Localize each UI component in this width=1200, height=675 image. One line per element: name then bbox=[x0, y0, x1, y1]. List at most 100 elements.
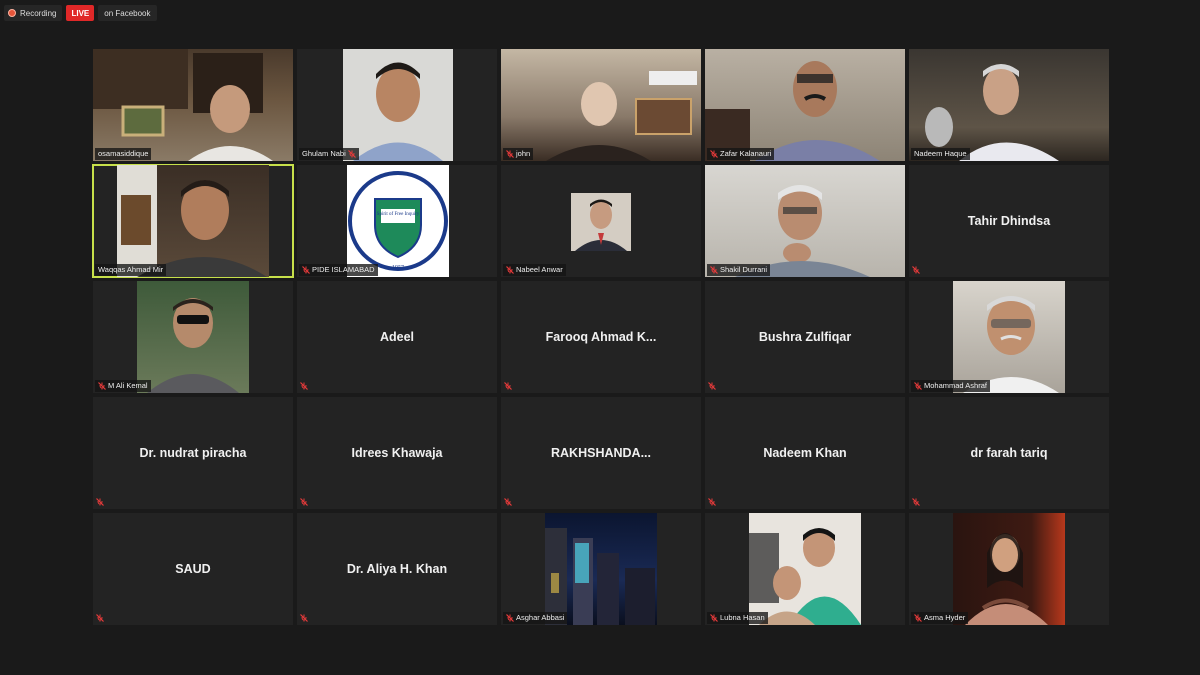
participant-tile[interactable]: Nabeel Anwar bbox=[501, 165, 701, 277]
participant-name-label: PIDE ISLAMABAD bbox=[299, 264, 378, 276]
participant-tile[interactable]: Asma Hyder bbox=[909, 513, 1109, 625]
video-frame-zafar bbox=[705, 61, 880, 161]
profile-picture-lubna-hasan bbox=[749, 528, 861, 625]
gallery-view: osamasiddique Ghulam Nabi john Zafar Kal… bbox=[92, 49, 1109, 625]
muted-microphone-icon bbox=[98, 382, 106, 390]
participant-name-label: M Ali Kemal bbox=[95, 380, 151, 392]
participant-photo bbox=[137, 281, 249, 393]
participant-tile[interactable]: M Ali Kemal bbox=[93, 281, 293, 393]
participant-name-label: Asghar Abbasi bbox=[503, 612, 568, 624]
participant-photo bbox=[545, 513, 657, 625]
participant-tile[interactable]: Dr. Aliya H. Khan bbox=[297, 513, 497, 625]
participant-tile[interactable]: Dr. nudrat piracha bbox=[93, 397, 293, 509]
participant-tile[interactable]: osamasiddique bbox=[93, 49, 293, 161]
profile-picture-asghar-abbasi bbox=[545, 528, 655, 625]
participant-video bbox=[705, 49, 905, 161]
muted-microphone-icon bbox=[708, 498, 716, 506]
participant-tile[interactable]: Adeel bbox=[297, 281, 497, 393]
muted-microphone-icon bbox=[96, 498, 104, 506]
muted-microphone-icon bbox=[347, 150, 356, 158]
muted-microphone-icon bbox=[300, 382, 308, 390]
participant-tile[interactable]: dr farah tariq bbox=[909, 397, 1109, 509]
profile-picture-ali-kemal bbox=[147, 298, 239, 393]
muted-microphone-icon bbox=[300, 614, 308, 622]
participant-tile[interactable]: Tahir Dhindsa bbox=[909, 165, 1109, 277]
recording-label: Recording bbox=[20, 8, 57, 18]
muted-microphone-icon bbox=[710, 614, 718, 622]
participant-tile[interactable]: Nadeem Haque bbox=[909, 49, 1109, 161]
muted-microphone-icon bbox=[300, 498, 308, 506]
participant-name-label: john bbox=[503, 148, 534, 160]
participant-photo bbox=[749, 513, 861, 625]
participant-name: Bushra Zulfiqar bbox=[758, 330, 852, 344]
participant-name: RAKHSHANDA... bbox=[551, 446, 651, 460]
svg-text:1957: 1957 bbox=[392, 265, 404, 271]
profile-picture-asma-hyder bbox=[965, 533, 1048, 625]
participant-name: Dr. Aliya H. Khan bbox=[346, 562, 448, 576]
svg-text:Spirit of Free Inquiry: Spirit of Free Inquiry bbox=[377, 212, 420, 217]
participant-video bbox=[705, 165, 905, 277]
muted-microphone-icon bbox=[912, 498, 920, 506]
participant-name: Nadeem Khan bbox=[763, 446, 847, 460]
participant-name-label: osamasiddique bbox=[95, 148, 152, 160]
muted-microphone-icon bbox=[302, 266, 310, 274]
profile-picture-nabeel bbox=[575, 199, 627, 251]
participant-tile-active-speaker[interactable]: Waqqas Ahmad Mir bbox=[92, 164, 294, 278]
participant-tile[interactable]: Zafar Kalanauri bbox=[705, 49, 905, 161]
muted-microphone-icon bbox=[506, 150, 514, 158]
participant-video bbox=[343, 49, 453, 161]
video-frame-osama bbox=[93, 49, 273, 161]
participant-photo bbox=[571, 193, 631, 251]
muted-microphone-icon bbox=[506, 614, 514, 622]
participant-name: Farooq Ahmad K... bbox=[545, 330, 657, 344]
muted-microphone-icon bbox=[914, 614, 922, 622]
participant-tile[interactable]: Idrees Khawaja bbox=[297, 397, 497, 509]
muted-microphone-icon bbox=[914, 382, 922, 390]
video-frame-ghulam bbox=[353, 62, 443, 161]
participant-tile[interactable]: SAUD bbox=[93, 513, 293, 625]
muted-microphone-icon bbox=[710, 150, 718, 158]
video-frame-shakil bbox=[735, 185, 870, 277]
participant-name-label: Lubna Hasan bbox=[707, 612, 768, 624]
profile-picture-mohammad-ashraf bbox=[963, 296, 1059, 393]
participant-name-label: Nabeel Anwar bbox=[503, 264, 566, 276]
participant-photo bbox=[953, 513, 1065, 625]
participant-tile[interactable]: Ghulam Nabi bbox=[297, 49, 497, 161]
participant-tile[interactable]: Bushra Zulfiqar bbox=[705, 281, 905, 393]
participant-video bbox=[501, 49, 701, 161]
recording-indicator[interactable]: Recording bbox=[4, 5, 63, 21]
participant-tile[interactable]: Farooq Ahmad K... bbox=[501, 281, 701, 393]
live-badge[interactable]: LIVE bbox=[66, 5, 95, 21]
participant-name: Tahir Dhindsa bbox=[967, 214, 1051, 228]
participant-tile[interactable]: john bbox=[501, 49, 701, 161]
participant-tile[interactable]: Shakil Durrani bbox=[705, 165, 905, 277]
participant-tile[interactable]: Mohammad Ashraf bbox=[909, 281, 1109, 393]
participant-name-label: Waqqas Ahmad Mir bbox=[95, 264, 167, 276]
muted-microphone-icon bbox=[504, 382, 512, 390]
participant-tile[interactable]: Spirit of Free Inquiry 1957 PIDE ISLAMAB… bbox=[297, 165, 497, 277]
recording-icon bbox=[8, 9, 16, 17]
livestream-platform-label: on Facebook bbox=[98, 5, 157, 21]
participant-name: Idrees Khawaja bbox=[351, 446, 443, 460]
participant-name: Adeel bbox=[379, 330, 415, 344]
participant-video bbox=[117, 165, 269, 277]
meeting-status-bar: Recording LIVE on Facebook bbox=[4, 5, 157, 21]
participant-video bbox=[93, 49, 293, 161]
participant-tile[interactable]: Asghar Abbasi bbox=[501, 513, 701, 625]
participant-video bbox=[909, 49, 1109, 161]
participant-logo: Spirit of Free Inquiry 1957 bbox=[347, 165, 449, 277]
video-frame-john bbox=[546, 71, 697, 161]
muted-microphone-icon bbox=[708, 382, 716, 390]
participant-tile[interactable]: Lubna Hasan bbox=[705, 513, 905, 625]
muted-microphone-icon bbox=[96, 614, 104, 622]
video-frame-waqqas bbox=[117, 165, 267, 277]
muted-microphone-icon bbox=[506, 266, 514, 274]
participant-photo bbox=[953, 281, 1065, 393]
video-frame-nadeem-haque bbox=[925, 64, 1059, 161]
participant-name-label: Zafar Kalanauri bbox=[707, 148, 775, 160]
institute-seal-icon: Spirit of Free Inquiry 1957 bbox=[348, 171, 448, 271]
participant-tile[interactable]: RAKHSHANDA... bbox=[501, 397, 701, 509]
participant-name: dr farah tariq bbox=[970, 446, 1048, 460]
participant-tile[interactable]: Nadeem Khan bbox=[705, 397, 905, 509]
participant-name: Dr. nudrat piracha bbox=[139, 446, 247, 460]
